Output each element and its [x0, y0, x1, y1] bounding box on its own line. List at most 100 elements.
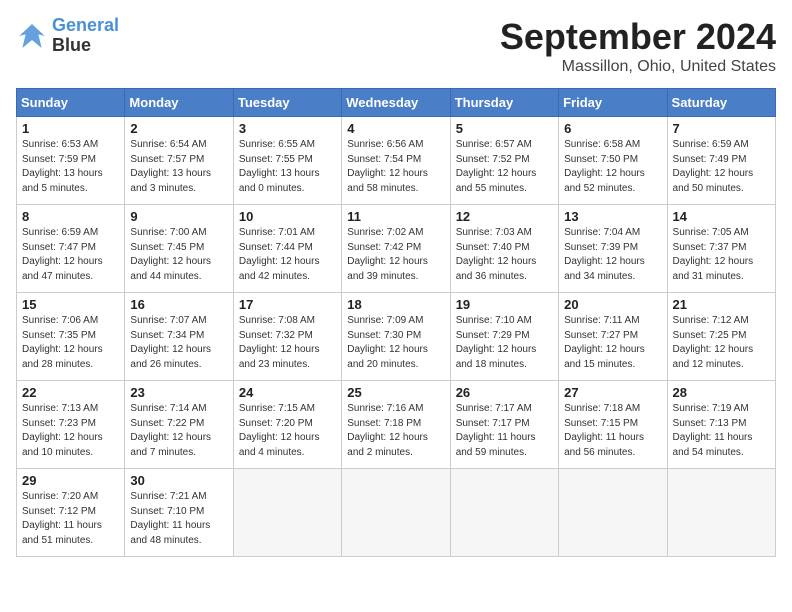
week-row-1: 1 Sunrise: 6:53 AM Sunset: 7:59 PM Dayli… — [17, 117, 776, 205]
empty-cell — [233, 469, 341, 557]
header-tuesday: Tuesday — [233, 89, 341, 117]
day-number: 7 — [673, 121, 770, 136]
day-number: 24 — [239, 385, 336, 400]
header-thursday: Thursday — [450, 89, 558, 117]
day-number: 4 — [347, 121, 444, 136]
day-cell-30: 30 Sunrise: 7:21 AM Sunset: 7:10 PM Dayl… — [125, 469, 233, 557]
day-number: 21 — [673, 297, 770, 312]
day-info: Sunrise: 7:02 AM Sunset: 7:42 PM Dayligh… — [347, 226, 444, 284]
day-number: 1 — [22, 121, 119, 136]
day-number: 18 — [347, 297, 444, 312]
day-number: 13 — [564, 209, 661, 224]
logo: General Blue — [16, 16, 119, 56]
weekday-header-row: Sunday Monday Tuesday Wednesday Thursday… — [17, 89, 776, 117]
day-info: Sunrise: 7:08 AM Sunset: 7:32 PM Dayligh… — [239, 314, 336, 372]
day-cell-19: 19 Sunrise: 7:10 AM Sunset: 7:29 PM Dayl… — [450, 293, 558, 381]
day-number: 30 — [130, 473, 227, 488]
day-number: 27 — [564, 385, 661, 400]
day-info: Sunrise: 7:04 AM Sunset: 7:39 PM Dayligh… — [564, 226, 661, 284]
header-sunday: Sunday — [17, 89, 125, 117]
day-info: Sunrise: 7:10 AM Sunset: 7:29 PM Dayligh… — [456, 314, 553, 372]
day-cell-8: 8 Sunrise: 6:59 AM Sunset: 7:47 PM Dayli… — [17, 205, 125, 293]
month-title: September 2024 — [500, 16, 776, 58]
day-info: Sunrise: 6:59 AM Sunset: 7:47 PM Dayligh… — [22, 226, 119, 284]
day-info: Sunrise: 7:03 AM Sunset: 7:40 PM Dayligh… — [456, 226, 553, 284]
day-info: Sunrise: 6:53 AM Sunset: 7:59 PM Dayligh… — [22, 138, 119, 196]
day-number: 26 — [456, 385, 553, 400]
day-info: Sunrise: 7:05 AM Sunset: 7:37 PM Dayligh… — [673, 226, 770, 284]
page-header: General Blue September 2024 Massillon, O… — [16, 16, 776, 76]
day-cell-9: 9 Sunrise: 7:00 AM Sunset: 7:45 PM Dayli… — [125, 205, 233, 293]
calendar-table: Sunday Monday Tuesday Wednesday Thursday… — [16, 88, 776, 557]
day-info: Sunrise: 7:15 AM Sunset: 7:20 PM Dayligh… — [239, 402, 336, 460]
week-row-2: 8 Sunrise: 6:59 AM Sunset: 7:47 PM Dayli… — [17, 205, 776, 293]
week-row-5: 29 Sunrise: 7:20 AM Sunset: 7:12 PM Dayl… — [17, 469, 776, 557]
day-info: Sunrise: 7:11 AM Sunset: 7:27 PM Dayligh… — [564, 314, 661, 372]
day-number: 23 — [130, 385, 227, 400]
day-number: 15 — [22, 297, 119, 312]
day-info: Sunrise: 7:17 AM Sunset: 7:17 PM Dayligh… — [456, 402, 553, 460]
day-info: Sunrise: 6:55 AM Sunset: 7:55 PM Dayligh… — [239, 138, 336, 196]
day-info: Sunrise: 7:13 AM Sunset: 7:23 PM Dayligh… — [22, 402, 119, 460]
day-cell-20: 20 Sunrise: 7:11 AM Sunset: 7:27 PM Dayl… — [559, 293, 667, 381]
day-cell-16: 16 Sunrise: 7:07 AM Sunset: 7:34 PM Dayl… — [125, 293, 233, 381]
header-monday: Monday — [125, 89, 233, 117]
day-cell-10: 10 Sunrise: 7:01 AM Sunset: 7:44 PM Dayl… — [233, 205, 341, 293]
empty-cell — [450, 469, 558, 557]
day-info: Sunrise: 7:12 AM Sunset: 7:25 PM Dayligh… — [673, 314, 770, 372]
day-cell-13: 13 Sunrise: 7:04 AM Sunset: 7:39 PM Dayl… — [559, 205, 667, 293]
location: Massillon, Ohio, United States — [500, 58, 776, 76]
day-info: Sunrise: 7:06 AM Sunset: 7:35 PM Dayligh… — [22, 314, 119, 372]
day-cell-23: 23 Sunrise: 7:14 AM Sunset: 7:22 PM Dayl… — [125, 381, 233, 469]
day-info: Sunrise: 7:21 AM Sunset: 7:10 PM Dayligh… — [130, 490, 227, 548]
day-info: Sunrise: 7:19 AM Sunset: 7:13 PM Dayligh… — [673, 402, 770, 460]
day-number: 25 — [347, 385, 444, 400]
day-number: 5 — [456, 121, 553, 136]
header-friday: Friday — [559, 89, 667, 117]
day-cell-22: 22 Sunrise: 7:13 AM Sunset: 7:23 PM Dayl… — [17, 381, 125, 469]
day-cell-11: 11 Sunrise: 7:02 AM Sunset: 7:42 PM Dayl… — [342, 205, 450, 293]
day-cell-15: 15 Sunrise: 7:06 AM Sunset: 7:35 PM Dayl… — [17, 293, 125, 381]
logo-icon — [16, 20, 48, 52]
day-number: 10 — [239, 209, 336, 224]
day-info: Sunrise: 7:18 AM Sunset: 7:15 PM Dayligh… — [564, 402, 661, 460]
day-number: 14 — [673, 209, 770, 224]
day-number: 8 — [22, 209, 119, 224]
day-cell-7: 7 Sunrise: 6:59 AM Sunset: 7:49 PM Dayli… — [667, 117, 775, 205]
day-cell-5: 5 Sunrise: 6:57 AM Sunset: 7:52 PM Dayli… — [450, 117, 558, 205]
day-number: 19 — [456, 297, 553, 312]
day-number: 29 — [22, 473, 119, 488]
day-cell-3: 3 Sunrise: 6:55 AM Sunset: 7:55 PM Dayli… — [233, 117, 341, 205]
empty-cell — [559, 469, 667, 557]
day-cell-17: 17 Sunrise: 7:08 AM Sunset: 7:32 PM Dayl… — [233, 293, 341, 381]
day-cell-26: 26 Sunrise: 7:17 AM Sunset: 7:17 PM Dayl… — [450, 381, 558, 469]
day-number: 9 — [130, 209, 227, 224]
day-info: Sunrise: 6:54 AM Sunset: 7:57 PM Dayligh… — [130, 138, 227, 196]
week-row-3: 15 Sunrise: 7:06 AM Sunset: 7:35 PM Dayl… — [17, 293, 776, 381]
title-block: September 2024 Massillon, Ohio, United S… — [500, 16, 776, 76]
day-number: 17 — [239, 297, 336, 312]
day-cell-18: 18 Sunrise: 7:09 AM Sunset: 7:30 PM Dayl… — [342, 293, 450, 381]
day-info: Sunrise: 7:14 AM Sunset: 7:22 PM Dayligh… — [130, 402, 227, 460]
day-info: Sunrise: 6:59 AM Sunset: 7:49 PM Dayligh… — [673, 138, 770, 196]
day-info: Sunrise: 6:58 AM Sunset: 7:50 PM Dayligh… — [564, 138, 661, 196]
day-cell-14: 14 Sunrise: 7:05 AM Sunset: 7:37 PM Dayl… — [667, 205, 775, 293]
day-number: 28 — [673, 385, 770, 400]
day-info: Sunrise: 7:16 AM Sunset: 7:18 PM Dayligh… — [347, 402, 444, 460]
day-cell-2: 2 Sunrise: 6:54 AM Sunset: 7:57 PM Dayli… — [125, 117, 233, 205]
day-info: Sunrise: 7:07 AM Sunset: 7:34 PM Dayligh… — [130, 314, 227, 372]
day-cell-4: 4 Sunrise: 6:56 AM Sunset: 7:54 PM Dayli… — [342, 117, 450, 205]
day-cell-12: 12 Sunrise: 7:03 AM Sunset: 7:40 PM Dayl… — [450, 205, 558, 293]
day-info: Sunrise: 6:56 AM Sunset: 7:54 PM Dayligh… — [347, 138, 444, 196]
day-number: 22 — [22, 385, 119, 400]
day-cell-6: 6 Sunrise: 6:58 AM Sunset: 7:50 PM Dayli… — [559, 117, 667, 205]
day-number: 6 — [564, 121, 661, 136]
day-info: Sunrise: 7:00 AM Sunset: 7:45 PM Dayligh… — [130, 226, 227, 284]
day-cell-21: 21 Sunrise: 7:12 AM Sunset: 7:25 PM Dayl… — [667, 293, 775, 381]
day-info: Sunrise: 7:20 AM Sunset: 7:12 PM Dayligh… — [22, 490, 119, 548]
day-cell-28: 28 Sunrise: 7:19 AM Sunset: 7:13 PM Dayl… — [667, 381, 775, 469]
day-info: Sunrise: 7:01 AM Sunset: 7:44 PM Dayligh… — [239, 226, 336, 284]
day-info: Sunrise: 7:09 AM Sunset: 7:30 PM Dayligh… — [347, 314, 444, 372]
header-wednesday: Wednesday — [342, 89, 450, 117]
day-cell-29: 29 Sunrise: 7:20 AM Sunset: 7:12 PM Dayl… — [17, 469, 125, 557]
